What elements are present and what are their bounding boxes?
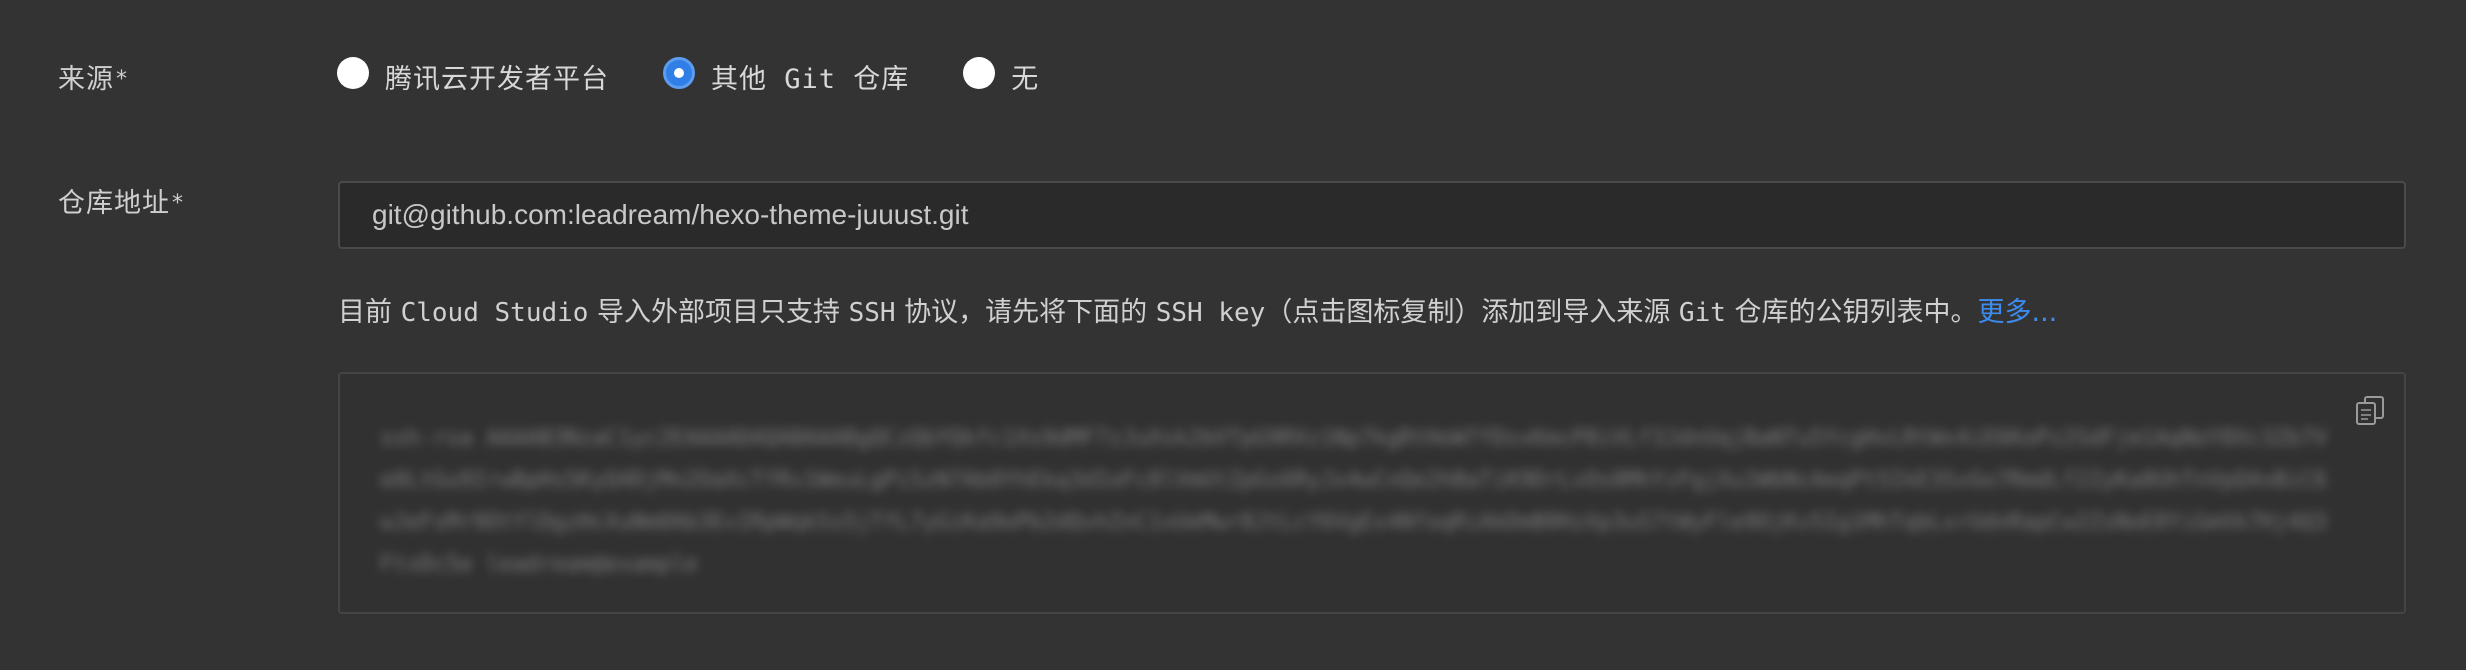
radio-option-none[interactable]: 无 — [963, 57, 1039, 96]
hint-protocol: SSH — [848, 298, 896, 328]
source-label: 来源* — [58, 57, 128, 96]
required-mark: * — [116, 67, 128, 92]
more-link[interactable]: 更多... — [1977, 297, 2057, 328]
copy-icon[interactable] — [2354, 394, 2388, 428]
source-label-text: 来源 — [58, 64, 114, 95]
source-radio-group: 腾讯云开发者平台 其他 Git 仓库 无 — [337, 52, 1093, 100]
repo-url-label: 仓库地址* — [58, 181, 184, 220]
radio-option-other-git[interactable]: 其他 Git 仓库 — [663, 57, 909, 96]
radio-button[interactable] — [337, 57, 369, 89]
hint-part: 协议，请先将下面的 — [895, 297, 1156, 328]
hint-part: 仓库的公钥列表中。 — [1725, 297, 1978, 328]
repo-url-input[interactable] — [338, 181, 2406, 249]
radio-label: 无 — [1011, 63, 1040, 95]
hint-part: （点击图标复制）添加到导入来源 — [1265, 297, 1679, 328]
import-project-form: 来源* 腾讯云开发者平台 其他 Git 仓库 无 仓库地址* 目前 Cloud … — [0, 0, 2466, 670]
hint-part: 导入外部项目只支持 — [588, 297, 849, 328]
ssh-key-box[interactable]: ssh-rsa AAAAB3NzaC1yc2EAAAADAQABAAABgQCz… — [338, 372, 2406, 614]
repo-url-label-text: 仓库地址 — [58, 188, 170, 219]
hint-git: Git — [1678, 298, 1726, 328]
radio-button[interactable] — [963, 57, 996, 89]
hint-part: 目前 — [338, 297, 401, 328]
ssh-key-blurred-content: ssh-rsa AAAAB3NzaC1yc2EAAAADAQABAAABgQCz… — [380, 426, 2328, 577]
radio-option-tencent-dev-platform[interactable]: 腾讯云开发者平台 — [337, 57, 609, 96]
hint-ssh-key: SSH key — [1155, 298, 1266, 328]
radio-button-checked[interactable] — [663, 57, 695, 89]
radio-label: 其他 Git 仓库 — [711, 63, 910, 95]
ssh-hint-text: 目前 Cloud Studio 导入外部项目只支持 SSH 协议，请先将下面的 … — [338, 290, 2057, 329]
required-mark: * — [172, 191, 184, 216]
radio-label: 腾讯云开发者平台 — [385, 63, 609, 95]
hint-product-name: Cloud Studio — [400, 298, 589, 328]
